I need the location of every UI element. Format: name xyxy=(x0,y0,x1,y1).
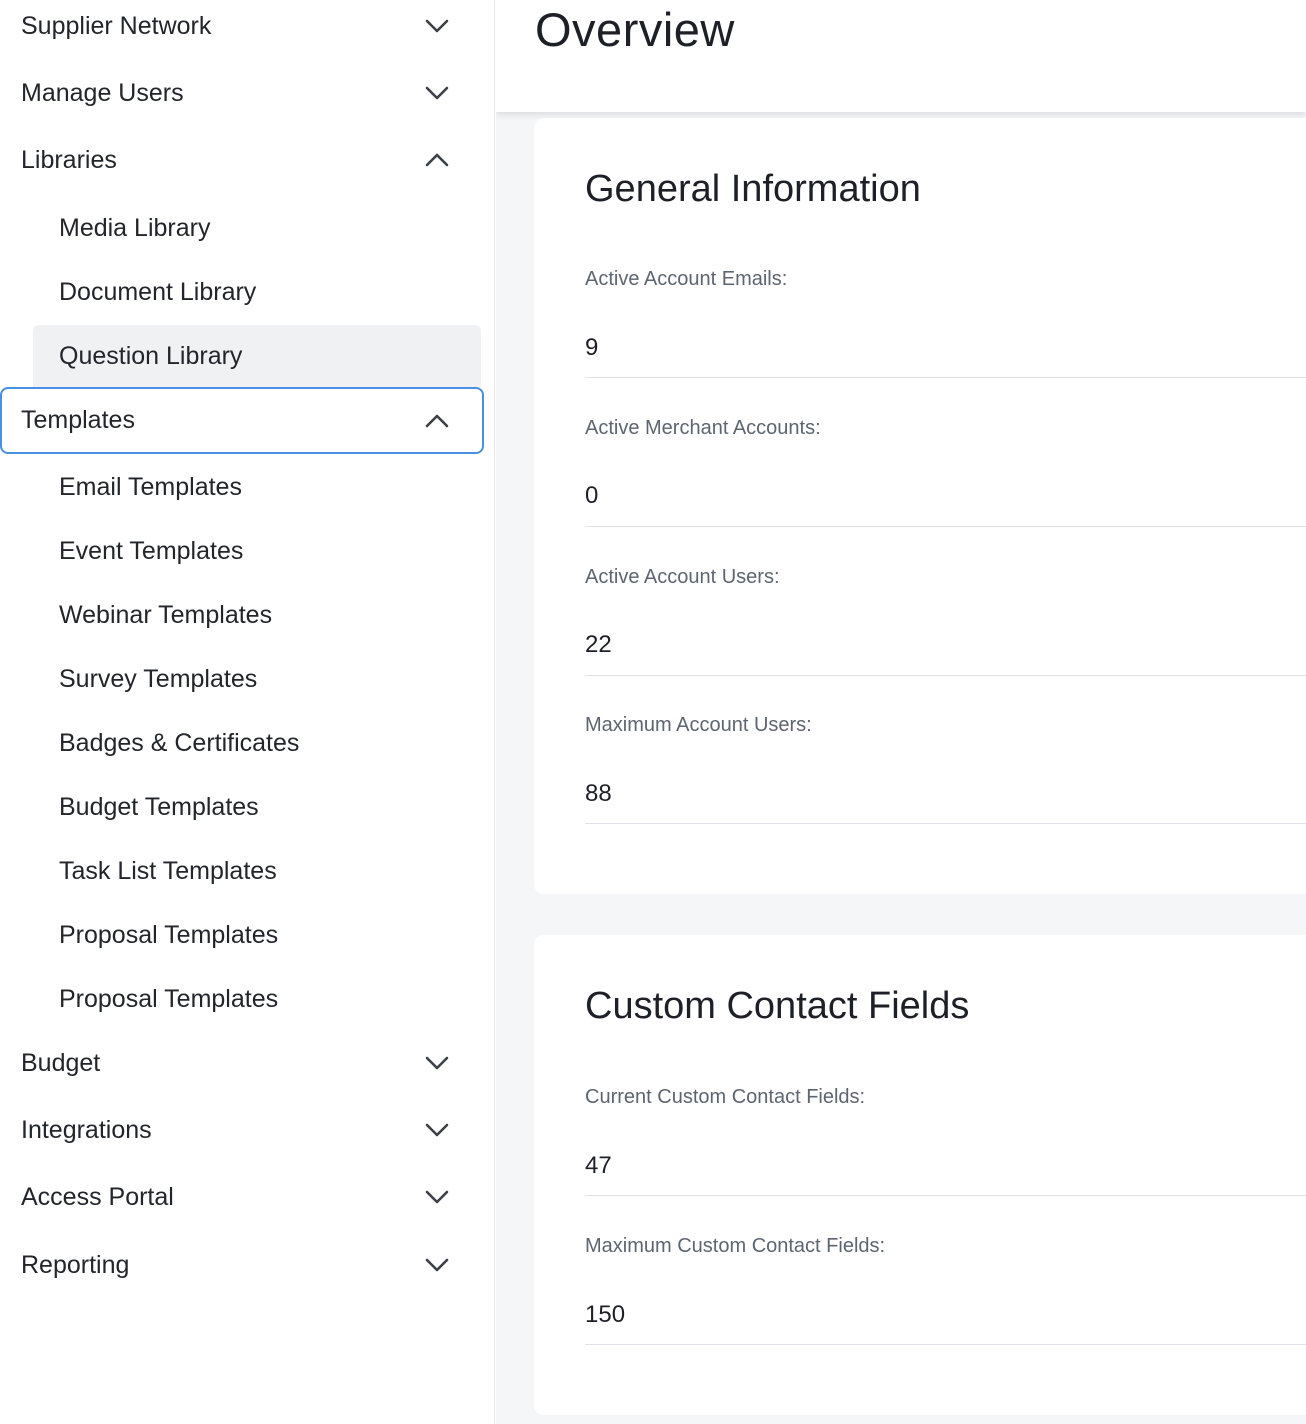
sidebar-subitem-label: Badges & Certificates xyxy=(59,728,300,757)
sidebar-subitem-label: Proposal Templates xyxy=(59,984,279,1013)
general-information-card: General Information Active Account Email… xyxy=(534,118,1306,894)
sidebar-subitem-budget-templates[interactable]: Budget Templates xyxy=(33,776,481,838)
chevron-down-icon xyxy=(425,1258,449,1272)
chevron-down-icon xyxy=(425,1123,449,1137)
sidebar-subitem-event-templates[interactable]: Event Templates xyxy=(33,520,481,582)
field-divider xyxy=(585,526,1306,527)
sidebar-item-label: Supplier Network xyxy=(21,11,212,40)
sidebar-subitem-media-library[interactable]: Media Library xyxy=(33,197,481,259)
chevron-up-icon xyxy=(425,414,449,427)
sidebar-subitem-label: Document Library xyxy=(59,277,257,306)
field-value: 0 xyxy=(585,482,599,509)
field-label: Active Account Emails: xyxy=(585,268,788,290)
custom-contact-fields-card: Custom Contact Fields Current Custom Con… xyxy=(534,935,1306,1415)
sidebar-subitem-proposal-templates[interactable]: Proposal Templates xyxy=(33,904,481,966)
sidebar-subitem-label: Proposal Templates xyxy=(59,920,279,949)
sidebar-subitem-proposal-templates-2[interactable]: Proposal Templates xyxy=(33,968,481,1030)
field-divider xyxy=(585,1344,1306,1345)
field-divider xyxy=(585,1195,1306,1196)
page-header: Overview xyxy=(496,0,1306,112)
chevron-down-icon xyxy=(425,19,449,33)
sidebar-item-supplier-network[interactable]: Supplier Network xyxy=(0,0,484,58)
chevron-up-icon xyxy=(425,153,449,167)
sidebar-subitem-label: Event Templates xyxy=(59,536,244,565)
sidebar-item-label: Manage Users xyxy=(21,78,184,107)
sidebar-item-integrations[interactable]: Integrations xyxy=(0,1098,484,1162)
sidebar-item-label: Budget xyxy=(21,1048,101,1077)
field-label: Maximum Custom Contact Fields: xyxy=(585,1235,886,1257)
field-value: 9 xyxy=(585,334,599,361)
sidebar-subitem-label: Email Templates xyxy=(59,472,242,501)
sidebar-subitem-label: Webinar Templates xyxy=(59,600,273,629)
sidebar-subitem-label: Budget Templates xyxy=(59,792,259,821)
card-title: General Information xyxy=(585,168,921,210)
sidebar-subitem-label: Task List Templates xyxy=(59,856,277,885)
field-divider xyxy=(585,377,1306,378)
chevron-down-icon xyxy=(425,1056,449,1070)
field-divider xyxy=(585,823,1306,824)
sidebar-subitem-document-library[interactable]: Document Library xyxy=(33,261,481,323)
sidebar-item-budget[interactable]: Budget xyxy=(0,1031,484,1095)
field-value: 88 xyxy=(585,780,612,807)
main-content: Overview General Information Active Acco… xyxy=(496,0,1306,1424)
sidebar-subitem-email-templates[interactable]: Email Templates xyxy=(33,456,481,518)
sidebar-item-reporting[interactable]: Reporting xyxy=(0,1233,484,1297)
sidebar-subitem-task-list-templates[interactable]: Task List Templates xyxy=(33,840,481,902)
sidebar-subitem-webinar-templates[interactable]: Webinar Templates xyxy=(33,584,481,646)
field-label: Active Account Users: xyxy=(585,566,780,588)
sidebar-subitem-label: Survey Templates xyxy=(59,664,258,693)
field-value: 22 xyxy=(585,631,612,658)
sidebar: Supplier Network Manage Users Libraries … xyxy=(0,0,495,1424)
sidebar-item-label: Templates xyxy=(21,406,135,434)
sidebar-subitem-survey-templates[interactable]: Survey Templates xyxy=(33,648,481,710)
sidebar-item-templates[interactable]: Templates xyxy=(0,387,484,454)
sidebar-item-label: Reporting xyxy=(21,1250,130,1279)
field-label: Maximum Account Users: xyxy=(585,714,812,736)
chevron-down-icon xyxy=(425,86,449,100)
field-divider xyxy=(585,675,1306,676)
sidebar-item-libraries[interactable]: Libraries xyxy=(0,128,484,192)
page-title: Overview xyxy=(535,3,735,56)
sidebar-subitem-badges-certificates[interactable]: Badges & Certificates xyxy=(33,712,481,774)
sidebar-subitem-label: Media Library xyxy=(59,213,211,242)
sidebar-item-label: Access Portal xyxy=(21,1182,174,1211)
sidebar-item-label: Libraries xyxy=(21,145,117,174)
field-label: Active Merchant Accounts: xyxy=(585,417,821,439)
chevron-down-icon xyxy=(425,1190,449,1204)
field-value: 47 xyxy=(585,1152,612,1179)
sidebar-item-label: Integrations xyxy=(21,1115,152,1144)
field-value: 150 xyxy=(585,1301,626,1328)
sidebar-subitem-question-library[interactable]: Question Library xyxy=(33,325,481,387)
sidebar-item-access-portal[interactable]: Access Portal xyxy=(0,1165,484,1229)
sidebar-subitem-label: Question Library xyxy=(59,341,243,370)
sidebar-item-manage-users[interactable]: Manage Users xyxy=(0,61,484,125)
card-title: Custom Contact Fields xyxy=(585,985,970,1027)
field-label: Current Custom Contact Fields: xyxy=(585,1086,866,1108)
